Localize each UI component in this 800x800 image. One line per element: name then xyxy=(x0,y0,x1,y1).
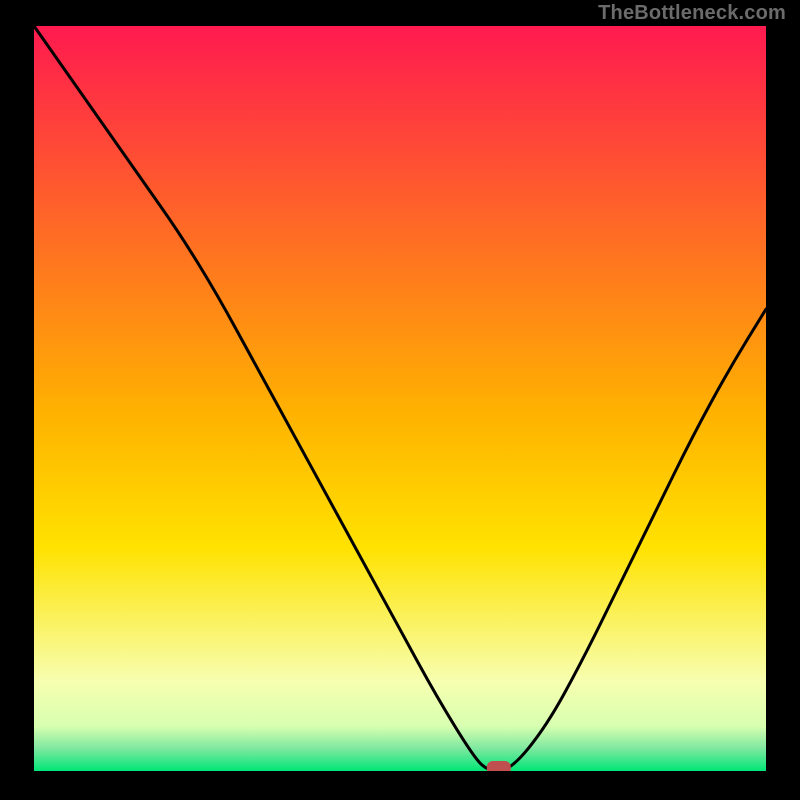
chart-frame: TheBottleneck.com xyxy=(0,0,800,800)
optimal-marker xyxy=(487,761,511,771)
bottleneck-chart xyxy=(34,26,766,771)
attribution-text: TheBottleneck.com xyxy=(598,2,786,25)
gradient-background xyxy=(34,26,766,771)
plot-area xyxy=(34,26,766,771)
